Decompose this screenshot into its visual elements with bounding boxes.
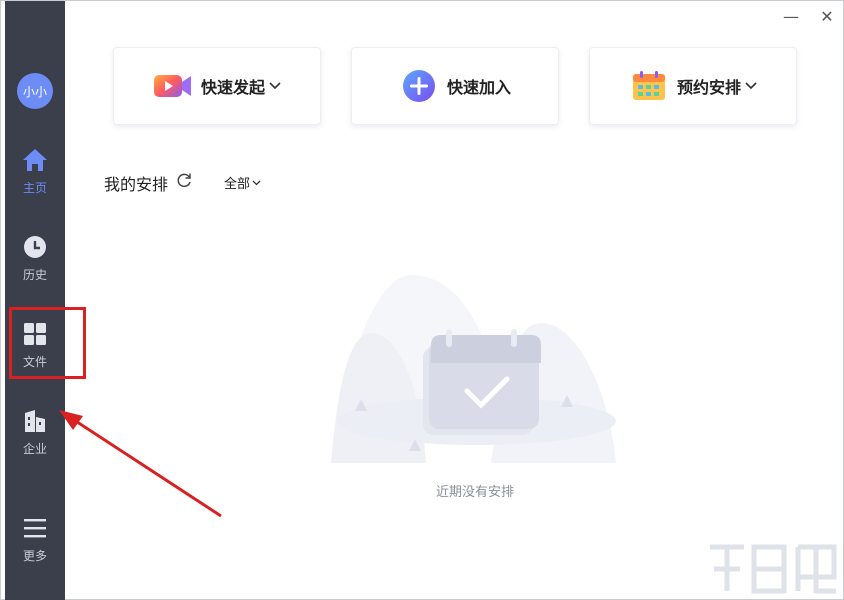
sidebar-item-label: 更多: [22, 549, 47, 563]
chevron-down-icon: [745, 80, 757, 92]
clock-icon: [22, 234, 48, 260]
calendar-icon: [629, 69, 669, 103]
watermark-logo: [710, 544, 837, 594]
sidebar-item-label: 主页: [22, 181, 47, 195]
plus-circle-icon: [399, 69, 439, 103]
home-icon: [22, 147, 48, 173]
filter-label: 全部: [224, 177, 251, 192]
quick-start-label: 快速发起: [200, 78, 265, 97]
schedule-meeting-label: 预约安排: [676, 78, 741, 97]
empty-calendar-illustration: [331, 275, 616, 463]
quick-join-label: 快速加入: [446, 78, 511, 97]
app-window: 小小 主页 历史 文件 企业 更多 — ✕ 快速发起 快速加入 预约安排 我的安…: [0, 0, 844, 600]
sidebar-item-home[interactable]: 主页: [5, 147, 65, 207]
chevron-down-icon: [252, 180, 261, 186]
schedule-filter-dropdown[interactable]: 全部: [224, 173, 261, 192]
minimize-button[interactable]: —: [780, 5, 802, 27]
close-button[interactable]: ✕: [816, 5, 838, 27]
sidebar-item-label: 历史: [22, 268, 47, 282]
annotation-arrow: [59, 410, 222, 518]
chevron-down-icon: [269, 80, 281, 92]
avatar[interactable]: 小小: [17, 73, 53, 109]
refresh-icon[interactable]: [175, 171, 193, 189]
annotation-highlight-box: [9, 307, 86, 379]
video-camera-icon: [153, 69, 193, 103]
quick-start-button[interactable]: 快速发起: [113, 47, 321, 125]
sidebar-item-history[interactable]: 历史: [5, 234, 65, 294]
my-schedule-title: 我的安排: [104, 175, 169, 194]
schedule-meeting-button[interactable]: 预约安排: [589, 47, 797, 125]
quick-join-button[interactable]: 快速加入: [351, 47, 559, 125]
